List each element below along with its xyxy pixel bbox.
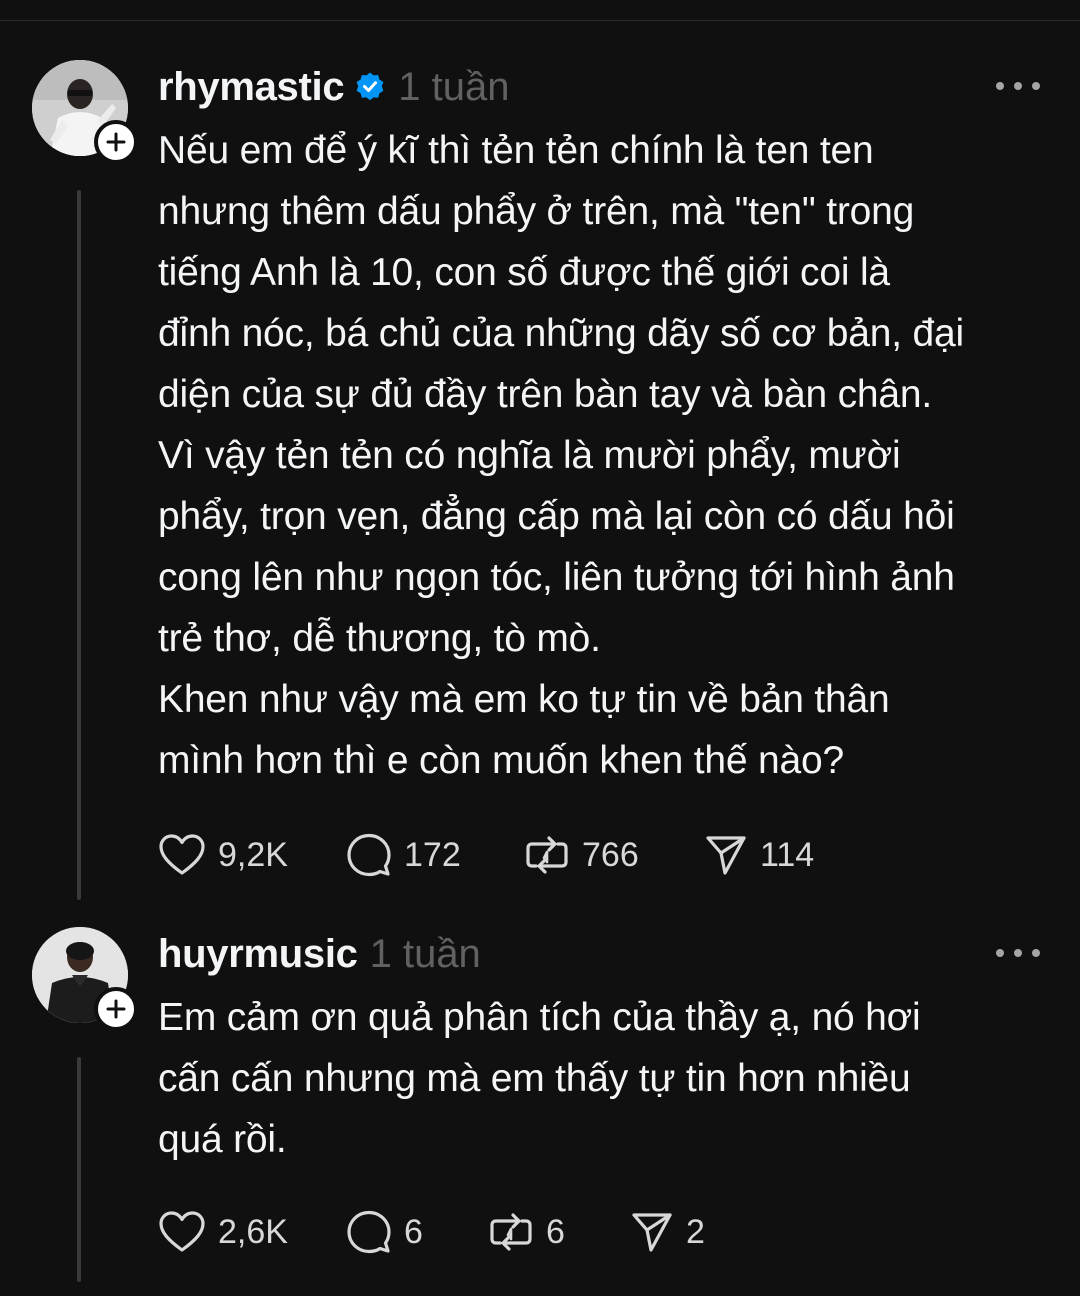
follow-button[interactable] xyxy=(94,120,138,164)
more-dots-icon[interactable] xyxy=(996,935,1040,971)
thread-connector-line xyxy=(77,190,81,900)
send-icon xyxy=(706,836,746,875)
post-header: rhymastic 1 tuần xyxy=(158,62,510,112)
top-divider xyxy=(0,20,1080,21)
post-timestamp: 1 tuần xyxy=(369,931,481,976)
follow-button[interactable] xyxy=(94,987,138,1031)
like-button[interactable]: 2,6K xyxy=(158,1207,288,1257)
repost-icon xyxy=(526,836,568,874)
share-button[interactable]: 114 xyxy=(704,830,814,880)
like-button[interactable]: 9,2K xyxy=(158,830,288,880)
post-timestamp: 1 tuần xyxy=(398,64,510,109)
post-text: Nếu em để ý kĩ thì tẻn tẻn chính là ten … xyxy=(158,129,964,782)
username[interactable]: huyrmusic xyxy=(158,932,358,977)
avatar-container[interactable] xyxy=(32,60,138,164)
avatar-container[interactable] xyxy=(32,927,138,1031)
share-count: 114 xyxy=(760,835,815,874)
verified-badge-icon xyxy=(354,71,386,103)
share-count: 2 xyxy=(686,1212,705,1251)
like-count: 9,2K xyxy=(218,835,288,874)
more-dots-icon[interactable] xyxy=(996,68,1040,104)
repost-count: 6 xyxy=(546,1212,565,1251)
repost-icon xyxy=(490,1213,532,1251)
like-count: 2,6K xyxy=(218,1212,288,1251)
comment-icon xyxy=(347,1210,391,1254)
repost-button[interactable]: 766 xyxy=(524,830,639,880)
comment-icon xyxy=(347,833,391,877)
post-text: Em cảm ơn quả phân tích của thầy ạ, nó h… xyxy=(158,996,921,1161)
plus-icon xyxy=(106,132,126,152)
repost-count: 766 xyxy=(582,835,639,874)
heart-icon xyxy=(159,1211,205,1252)
thread-post: huyrmusic 1 tuần Em cảm ơn quả phân tích… xyxy=(0,927,1080,1296)
reply-button[interactable]: 6 xyxy=(346,1207,423,1257)
post-header: huyrmusic 1 tuần xyxy=(158,929,481,979)
reply-count: 172 xyxy=(404,835,461,874)
reply-button[interactable]: 172 xyxy=(346,830,461,880)
reply-count: 6 xyxy=(404,1212,423,1251)
thread-connector-line xyxy=(77,1057,81,1282)
username[interactable]: rhymastic xyxy=(158,65,345,110)
repost-button[interactable]: 6 xyxy=(488,1207,565,1257)
heart-icon xyxy=(159,834,205,875)
send-icon xyxy=(632,1213,672,1252)
plus-icon xyxy=(106,999,126,1019)
thread-post: rhymastic 1 tuần Nếu em để ý kĩ thì tẻn … xyxy=(0,60,1080,900)
share-button[interactable]: 2 xyxy=(630,1207,705,1257)
